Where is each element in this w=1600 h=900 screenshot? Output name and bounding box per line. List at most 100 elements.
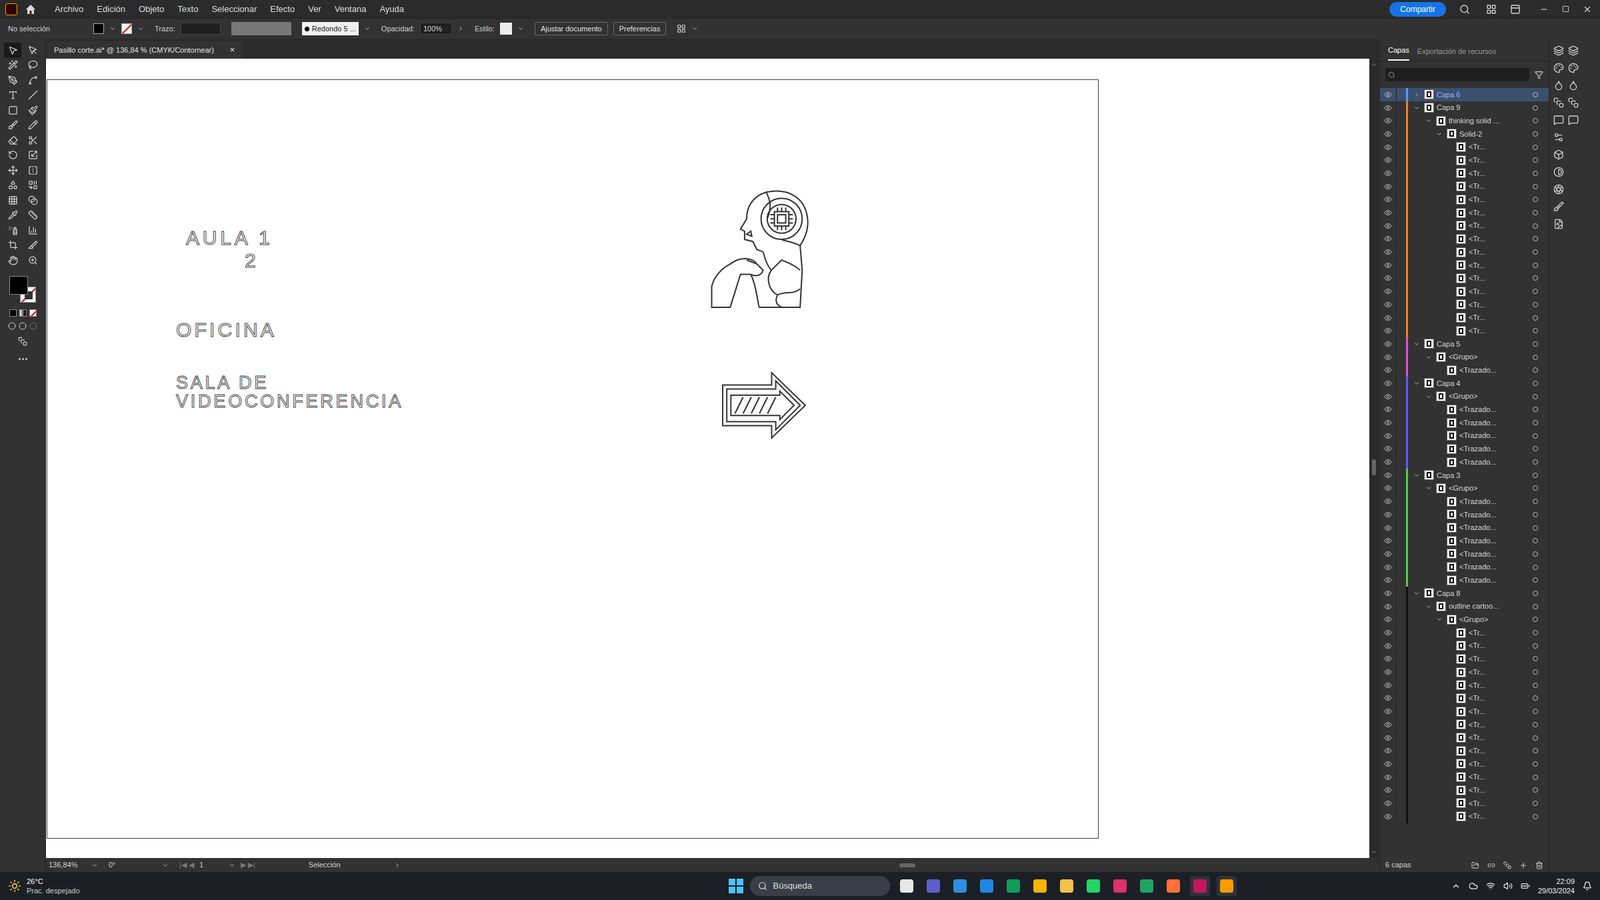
zoom-field[interactable]: 136,84% (48, 859, 86, 871)
visibility-icon[interactable] (1384, 484, 1392, 492)
draw-inside-icon[interactable] (29, 322, 38, 330)
layer-name[interactable]: Capa 3 (1436, 470, 1533, 482)
visibility-icon[interactable] (1384, 576, 1392, 584)
layer-name[interactable]: <Tr... (1468, 286, 1533, 298)
tool-button[interactable] (4, 192, 22, 208)
visibility-icon[interactable] (1384, 444, 1392, 453)
visibility-icon[interactable] (1384, 536, 1392, 545)
visibility-icon[interactable] (1384, 510, 1392, 519)
tool-button[interactable] (4, 252, 22, 268)
layer-name[interactable]: Capa 4 (1436, 378, 1533, 390)
layer-name[interactable]: <Trazado... (1459, 417, 1533, 429)
layer-name[interactable]: <Grupo> (1448, 351, 1533, 363)
layer-row[interactable]: <Tr... (1380, 718, 1549, 732)
layer-name[interactable]: <Trazado... (1459, 364, 1533, 376)
layer-row[interactable]: Solid-2 (1380, 127, 1549, 141)
visibility-icon[interactable] (1384, 458, 1392, 466)
layer-name[interactable]: <Trazado... (1459, 430, 1533, 442)
fill-swatch[interactable] (93, 23, 104, 34)
visibility-icon[interactable] (1384, 169, 1392, 178)
layer-name[interactable]: thinking solid ... (1448, 115, 1533, 127)
chevron-icon[interactable] (457, 25, 464, 32)
tool-button[interactable] (4, 238, 22, 254)
layer-name[interactable]: <Grupo> (1448, 482, 1533, 494)
layer-name[interactable]: Capa 9 (1436, 102, 1533, 114)
visibility-icon[interactable] (1384, 589, 1392, 598)
weather-widget[interactable]: 26°CPrac. despejado (8, 876, 208, 896)
target-icon[interactable] (1532, 498, 1538, 504)
visibility-icon[interactable] (1384, 471, 1392, 480)
panel-icon[interactable] (1553, 132, 1564, 143)
chevron-icon[interactable] (137, 25, 144, 32)
taskbar-app-icon[interactable] (950, 876, 970, 896)
visibility-icon[interactable] (1384, 602, 1392, 611)
taskbar-app-icon[interactable] (1056, 876, 1077, 896)
target-icon[interactable] (1532, 184, 1538, 190)
visibility-icon[interactable] (1384, 116, 1392, 125)
visibility-icon[interactable] (1384, 694, 1392, 702)
tool-button[interactable] (4, 178, 22, 194)
layer-row[interactable]: <Trazado... (1380, 429, 1549, 443)
layer-name[interactable]: <Tr... (1468, 260, 1533, 272)
layer-name[interactable]: <Grupo> (1459, 614, 1533, 626)
layer-name[interactable]: <Trazado... (1459, 404, 1533, 416)
menu-item[interactable]: Ayuda (374, 2, 410, 16)
target-icon[interactable] (1532, 538, 1538, 544)
layer-name[interactable]: <Tr... (1468, 719, 1533, 731)
target-icon[interactable] (1532, 459, 1538, 465)
tool-button[interactable] (4, 58, 22, 74)
target-icon[interactable] (1532, 210, 1538, 216)
target-icon[interactable] (1532, 722, 1538, 728)
opacity-field[interactable]: 100% (420, 22, 452, 36)
layer-name[interactable]: <Trazado... (1459, 496, 1533, 508)
visibility-icon[interactable] (1384, 379, 1392, 388)
layer-name[interactable]: <Tr... (1468, 272, 1533, 284)
layer-row[interactable]: <Tr... (1380, 744, 1549, 758)
visibility-icon[interactable] (1384, 104, 1392, 112)
stroke-swatch[interactable] (121, 23, 132, 34)
tool-button[interactable] (24, 252, 42, 268)
outlined-text[interactable]: OFICINA (176, 320, 277, 340)
visibility-icon[interactable] (1384, 746, 1392, 755)
target-icon[interactable] (1532, 302, 1538, 308)
visibility-icon[interactable] (1384, 524, 1392, 532)
target-icon[interactable] (1532, 577, 1538, 583)
target-icon[interactable] (1532, 275, 1538, 281)
tool-button[interactable] (24, 148, 42, 164)
chevron-icon[interactable] (364, 25, 371, 32)
taskbar-app-icon[interactable] (1163, 876, 1184, 896)
visibility-icon[interactable] (1384, 799, 1392, 808)
visibility-icon[interactable] (1384, 300, 1392, 309)
tool-button[interactable] (24, 222, 42, 238)
layer-row[interactable]: <Tr... (1380, 770, 1549, 784)
target-icon[interactable] (1532, 262, 1538, 268)
style-swatch[interactable] (500, 22, 512, 35)
layer-name[interactable]: <Tr... (1468, 141, 1533, 153)
visibility-icon[interactable] (1384, 773, 1392, 782)
arrange-icon[interactable] (1510, 4, 1521, 15)
visibility-icon[interactable] (1384, 642, 1392, 650)
layer-row[interactable]: <Trazado... (1380, 455, 1549, 469)
layer-row[interactable]: <Tr... (1380, 180, 1549, 194)
target-icon[interactable] (1532, 406, 1538, 412)
menu-item[interactable]: Seleccionar (206, 2, 262, 16)
target-icon[interactable] (1532, 394, 1538, 400)
panel-icon[interactable] (1553, 114, 1564, 126)
tool-button[interactable] (24, 238, 42, 254)
layer-row[interactable]: <Tr... (1380, 796, 1549, 810)
tool-button[interactable] (24, 178, 42, 194)
close-tab-button[interactable]: × (230, 43, 236, 57)
target-icon[interactable] (1532, 341, 1538, 347)
taskbar-app-icon[interactable] (1030, 876, 1050, 896)
target-icon[interactable] (1532, 315, 1538, 321)
layer-name[interactable]: <Tr... (1468, 220, 1533, 232)
visibility-icon[interactable] (1384, 156, 1392, 164)
layer-row[interactable]: <Tr... (1380, 272, 1549, 286)
rotation-field[interactable]: 0° (108, 859, 136, 871)
layer-row[interactable]: Capa 9 (1380, 101, 1549, 115)
layer-row[interactable]: <Tr... (1380, 626, 1549, 640)
layer-name[interactable]: <Tr... (1468, 771, 1533, 783)
layer-row[interactable]: <Tr... (1380, 166, 1549, 180)
tool-button[interactable] (24, 88, 42, 104)
layer-row[interactable]: <Tr... (1380, 140, 1549, 154)
